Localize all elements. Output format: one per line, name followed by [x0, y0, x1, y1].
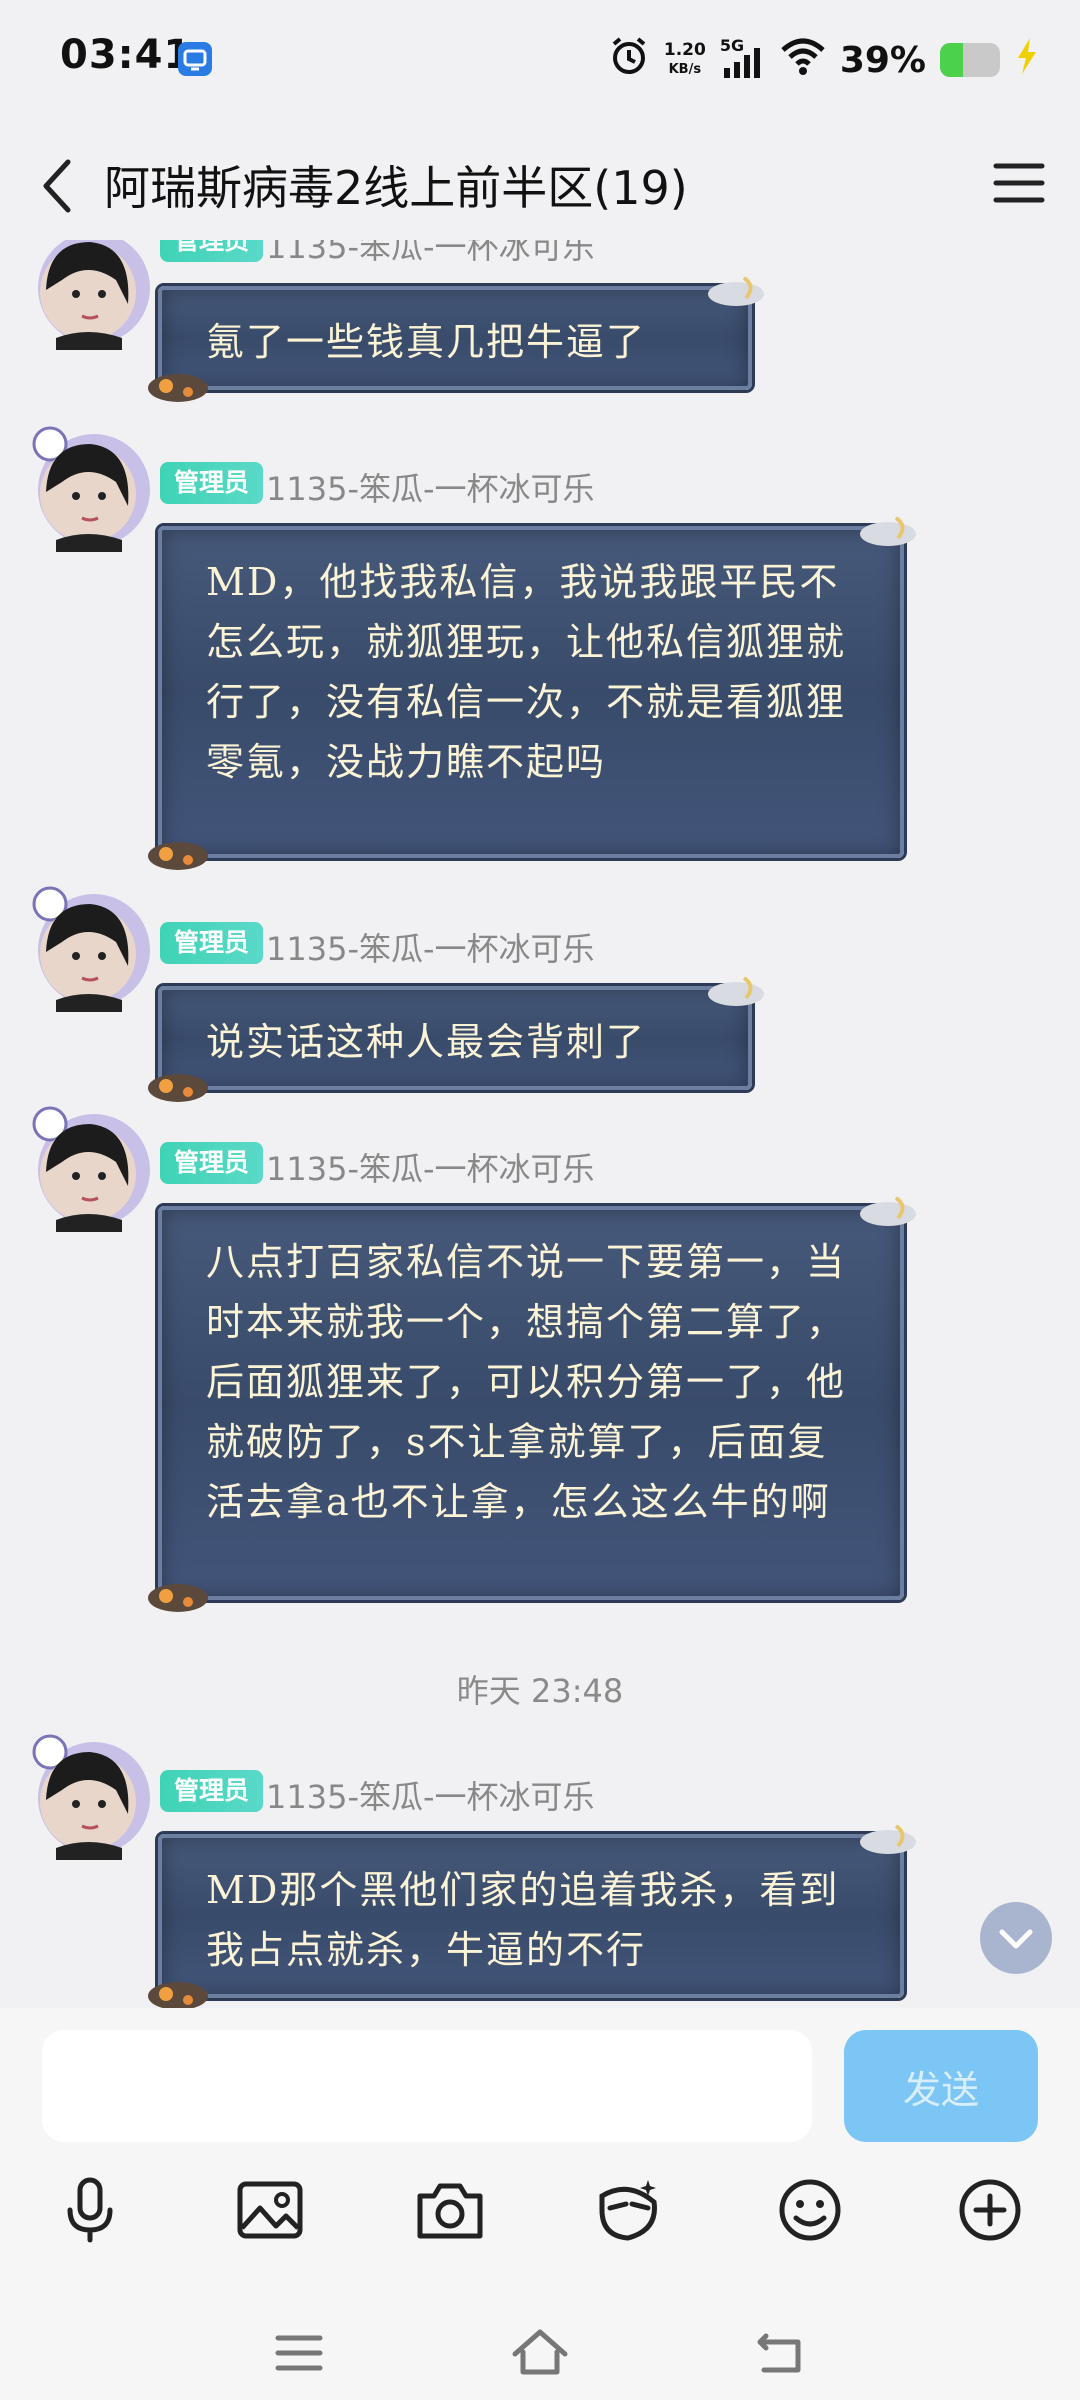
- avatar[interactable]: [26, 422, 156, 560]
- bubble-corner-decoration: [700, 266, 770, 316]
- chat-header: 阿瑞斯病毒2线上前半区(19): [0, 130, 1080, 240]
- sender-name[interactable]: 1135-笨瓜-一杯冰可乐: [266, 240, 595, 268]
- message-input[interactable]: [42, 2030, 812, 2142]
- admin-badge: 管理员: [160, 240, 264, 262]
- admin-badge: 管理员: [160, 462, 264, 504]
- message-text: 八点打百家私信不说一下要第一，当时本来就我一个，想搞个第二算了，后面狐狸来了，可…: [206, 1240, 847, 1524]
- composer-toolbar: [0, 2170, 1080, 2250]
- plus-icon[interactable]: [950, 2170, 1030, 2250]
- camera-icon[interactable]: [410, 2170, 490, 2250]
- network-speed-unit: KB/s: [668, 62, 702, 77]
- chevron-down-icon: [999, 1929, 1033, 1949]
- message-bubble[interactable]: 氪了一些钱真几把牛逼了: [148, 276, 764, 402]
- admin-badge: 管理员: [160, 1142, 264, 1184]
- sticker-icon[interactable]: [588, 2170, 668, 2250]
- avatar[interactable]: [26, 1102, 156, 1240]
- message-text: 氪了一些钱真几把牛逼了: [206, 320, 647, 364]
- bubble-corner-decoration: [852, 1186, 922, 1236]
- cellular-signal-icon: 5G: [720, 36, 766, 80]
- admin-badge: 管理员: [160, 1770, 264, 1812]
- sender-name[interactable]: 1135-笨瓜-一杯冰可乐: [266, 464, 595, 510]
- sender-name[interactable]: 1135-笨瓜-一杯冰可乐: [266, 1772, 595, 1818]
- message-text: 说实话这种人最会背刺了: [206, 1020, 647, 1064]
- sender-name[interactable]: 1135-笨瓜-一杯冰可乐: [266, 924, 595, 970]
- scroll-to-bottom-button[interactable]: [980, 1902, 1052, 1974]
- send-button[interactable]: 发送: [844, 2030, 1038, 2142]
- menu-icon[interactable]: [992, 156, 1046, 210]
- bubble-corner-decoration: [700, 966, 770, 1016]
- bubble-corner-decoration: [144, 1056, 214, 1106]
- chat-title: 阿瑞斯病毒2线上前半区(19): [104, 161, 688, 215]
- composer: 发送: [0, 2008, 1080, 2400]
- emoji-icon[interactable]: [770, 2170, 850, 2250]
- network-speed: 1.20 KB/s: [664, 41, 706, 79]
- microphone-icon[interactable]: [50, 2170, 130, 2250]
- message-bubble[interactable]: MD，他找我私信，我说我跟平民不怎么玩，就狐狸玩，让他私信狐狸就行了，没有私信一…: [148, 516, 916, 870]
- app-notification-icon: [178, 42, 212, 76]
- image-icon[interactable]: [230, 2170, 310, 2250]
- message-bubble[interactable]: 八点打百家私信不说一下要第一，当时本来就我一个，想搞个第二算了，后面狐狸来了，可…: [148, 1196, 916, 1612]
- message-bubble[interactable]: MD那个黑他们家的追着我杀，看到我占点就杀，牛逼的不行: [148, 1824, 916, 2008]
- message-list[interactable]: 管理员 1135-笨瓜-一杯冰可乐 氪了一些钱真几把牛逼了 管理员 1135-笨…: [0, 240, 1080, 2008]
- system-nav-bar: [0, 2308, 1080, 2400]
- sender-name[interactable]: 1135-笨瓜-一杯冰可乐: [266, 1144, 595, 1190]
- admin-badge: 管理员: [160, 922, 264, 964]
- battery-percent: 39%: [839, 39, 926, 81]
- bubble-corner-decoration: [852, 1814, 922, 1864]
- back-button[interactable]: [30, 148, 90, 224]
- bubble-corner-decoration: [144, 1566, 214, 1616]
- bubble-corner-decoration: [144, 1964, 214, 2008]
- back-nav-button[interactable]: [746, 2318, 816, 2388]
- network-speed-value: 1.20: [663, 40, 706, 60]
- charging-icon: [1014, 36, 1040, 85]
- message-timestamp: 昨天 23:48: [456, 1672, 624, 1710]
- avatar[interactable]: [26, 1730, 156, 1868]
- recent-apps-button[interactable]: [264, 2318, 334, 2388]
- message-text: MD，他找我私信，我说我跟平民不怎么玩，就狐狸玩，让他私信狐狸就行了，没有私信一…: [206, 560, 847, 784]
- message-bubble[interactable]: 说实话这种人最会背刺了: [148, 976, 764, 1102]
- bubble-corner-decoration: [144, 824, 214, 874]
- wifi-icon: [780, 36, 826, 85]
- bubble-corner-decoration: [144, 356, 214, 406]
- bubble-corner-decoration: [852, 506, 922, 556]
- clock: 03:41: [60, 32, 193, 78]
- home-button[interactable]: [505, 2318, 575, 2388]
- avatar[interactable]: [26, 240, 156, 358]
- status-bar: 03:41 1.20 KB/s 5G 39%: [0, 0, 1080, 118]
- avatar[interactable]: [26, 882, 156, 1020]
- message-text: MD那个黑他们家的追着我杀，看到我占点就杀，牛逼的不行: [206, 1868, 840, 1972]
- battery-icon: [940, 43, 1000, 77]
- alarm-icon: [608, 35, 650, 86]
